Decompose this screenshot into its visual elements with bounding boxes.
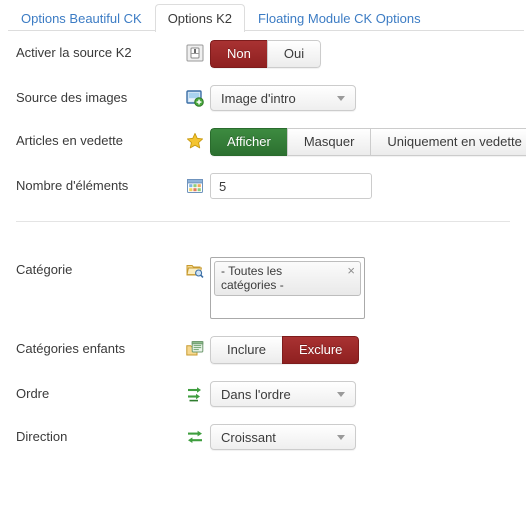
- tab-options-k2[interactable]: Options K2: [154, 4, 246, 32]
- select-order-value: Dans l'ordre: [221, 386, 291, 402]
- toggle-option-non[interactable]: Non: [210, 40, 267, 68]
- field-row-order: Ordre Dans l'ordre: [6, 372, 520, 415]
- select-direction[interactable]: Croissant: [210, 424, 356, 450]
- field-row-direction: Direction Croissant: [6, 415, 520, 458]
- chevron-down-icon: [337, 435, 345, 440]
- tab-label: Options Beautiful CK: [21, 11, 142, 26]
- category-chip[interactable]: - Toutes les catégories - ×: [214, 261, 361, 296]
- image-add-icon: [186, 89, 204, 107]
- field-label-item-count: Nombre d'éléments: [16, 178, 129, 193]
- field-row-featured-articles: Articles en vedette Afficher Masquer Uni…: [6, 119, 526, 164]
- toggle-option-exclure[interactable]: Exclure: [282, 336, 360, 364]
- multiselect-category[interactable]: - Toutes les catégories - ×: [210, 257, 365, 319]
- select-direction-value: Croissant: [221, 429, 276, 445]
- select-image-source[interactable]: Image d'intro: [210, 85, 356, 111]
- tab-floating-module-ck-options[interactable]: Floating Module CK Options: [245, 4, 434, 31]
- select-image-source-value: Image d'intro: [221, 90, 296, 106]
- select-order[interactable]: Dans l'ordre: [210, 381, 356, 407]
- field-label-image-source: Source des images: [16, 90, 128, 105]
- toggle-group-child-categories[interactable]: Inclure Exclure: [210, 336, 360, 364]
- tab-label: Floating Module CK Options: [258, 11, 421, 26]
- module-options-panel: Options Beautiful CK Options K2 Floating…: [0, 0, 526, 522]
- field-label-order: Ordre: [16, 386, 50, 401]
- close-icon[interactable]: ×: [347, 264, 355, 277]
- toggle-option-uniquement-en-vedette[interactable]: Uniquement en vedette: [370, 128, 526, 156]
- toggle-group-featured-articles[interactable]: Afficher Masquer Uniquement en vedette: [210, 128, 526, 156]
- field-control-image-source: Image d'intro: [186, 85, 356, 111]
- sort-arrows-icon: [186, 385, 204, 403]
- field-row-category: Catégorie - Toutes les catégories - ×: [6, 248, 520, 327]
- toggle-option-oui[interactable]: Oui: [266, 40, 322, 68]
- field-label-featured-articles: Articles en vedette: [16, 133, 123, 148]
- swap-arrows-icon: [186, 428, 204, 446]
- field-control-order: Dans l'ordre: [186, 381, 356, 407]
- toggle-option-afficher[interactable]: Afficher: [210, 128, 287, 156]
- field-row-image-source: Source des images Image d'intro: [6, 76, 520, 119]
- toggle-option-masquer[interactable]: Masquer: [286, 128, 371, 156]
- field-label-category: Catégorie: [16, 262, 73, 277]
- input-item-count[interactable]: [210, 173, 372, 199]
- tab-label: Options K2: [167, 11, 233, 26]
- folder-search-icon: [186, 261, 204, 279]
- field-label-enable-k2: Activer la source K2: [16, 45, 132, 60]
- field-control-item-count: [186, 173, 372, 199]
- grid-calendar-icon: [186, 177, 204, 195]
- field-control-direction: Croissant: [186, 424, 356, 450]
- toggle-option-inclure[interactable]: Inclure: [210, 336, 283, 364]
- field-row-item-count: Nombre d'éléments: [6, 164, 520, 207]
- field-control-featured-articles: Afficher Masquer Uniquement en vedette: [186, 128, 526, 156]
- field-control-enable-k2: Non Oui: [186, 40, 322, 68]
- folders-icon: [186, 340, 204, 358]
- options-form: Activer la source K2 Non Oui Source des …: [0, 31, 526, 458]
- toggle-group-enable-k2[interactable]: Non Oui: [210, 40, 322, 68]
- section-divider: [16, 221, 510, 222]
- chevron-down-icon: [337, 392, 345, 397]
- tab-bar: Options Beautiful CK Options K2 Floating…: [0, 0, 526, 32]
- field-control-child-categories: Inclure Exclure: [186, 336, 360, 364]
- field-label-direction: Direction: [16, 429, 68, 444]
- field-label-child-categories: Catégories enfants: [16, 341, 126, 356]
- toggle-switch-icon: [186, 44, 204, 62]
- field-control-category: - Toutes les catégories - ×: [186, 257, 365, 319]
- star-icon: [186, 132, 204, 150]
- tab-options-beautiful-ck[interactable]: Options Beautiful CK: [8, 4, 155, 31]
- chevron-down-icon: [337, 96, 345, 101]
- category-chip-label: - Toutes les catégories -: [221, 264, 284, 292]
- field-row-enable-k2: Activer la source K2 Non Oui: [6, 31, 520, 76]
- field-row-child-categories: Catégories enfants Inclure Exclure: [6, 327, 520, 372]
